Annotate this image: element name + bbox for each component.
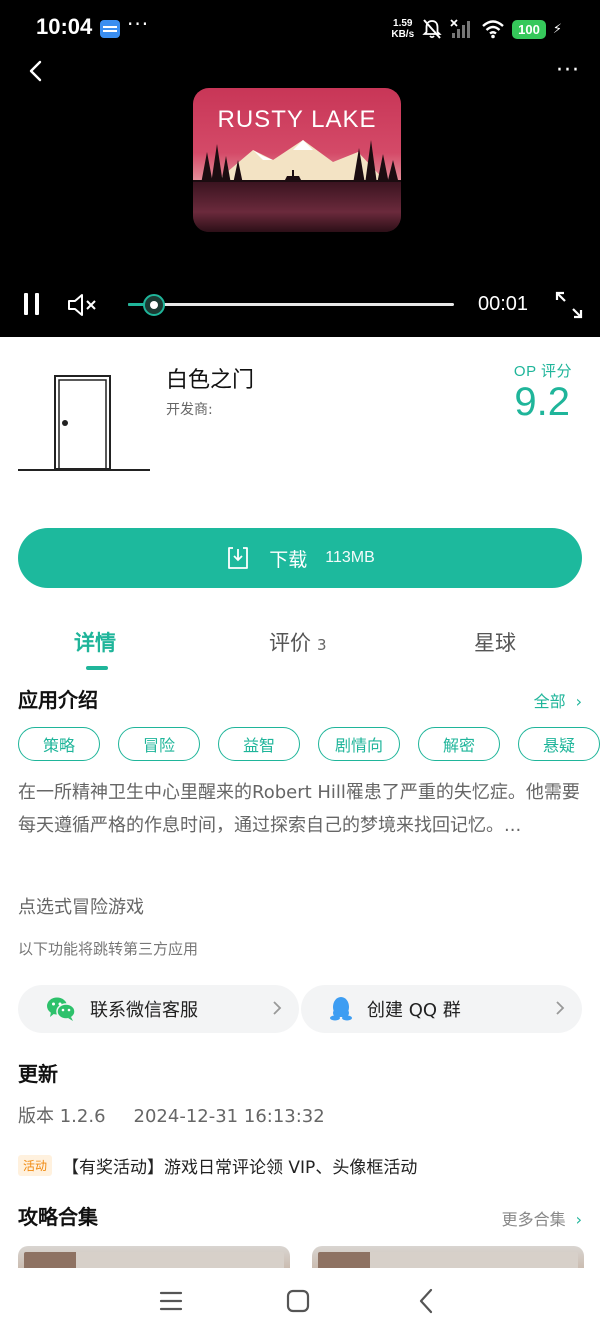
- update-date: 2024-12-31 16:13:32: [133, 1106, 325, 1127]
- download-button[interactable]: 下载 113MB: [18, 528, 582, 588]
- app-title: 白色之门: [166, 368, 255, 393]
- pause-icon[interactable]: [22, 293, 42, 315]
- download-label: 下载: [269, 548, 308, 571]
- home-icon[interactable]: [283, 1286, 313, 1316]
- download-icon: [228, 547, 249, 569]
- notification-app-icon: [100, 20, 120, 38]
- more-dots-icon[interactable]: ···: [556, 58, 580, 83]
- chevron-right-icon: [273, 1001, 282, 1015]
- tab-review[interactable]: 评价 3: [269, 627, 327, 657]
- tag-list: 策略 冒险 益智 剧情向 解密 悬疑: [18, 727, 600, 761]
- wifi-icon: [482, 20, 504, 39]
- rating-score: 9.2: [514, 380, 570, 424]
- activity-badge: 活动: [18, 1155, 53, 1176]
- status-bar: 10:04 ··· 1.59 KB/s 100 ⚡: [0, 0, 600, 58]
- genre-text: 点选式冒险游戏: [18, 897, 144, 918]
- menu-icon[interactable]: [156, 1286, 186, 1316]
- progress-thumb[interactable]: [143, 294, 166, 316]
- download-size: 113MB: [325, 549, 375, 566]
- tag-decrypt[interactable]: 解密: [418, 727, 500, 761]
- chevron-right-icon: ›: [575, 1210, 582, 1229]
- qq-group-label: 创建 QQ 群: [367, 1000, 461, 1021]
- intro-title: 应用介绍: [18, 688, 98, 712]
- charging-icon: ⚡: [552, 21, 562, 37]
- back-arrow-icon[interactable]: [412, 1286, 442, 1316]
- qq-icon: [330, 997, 352, 1021]
- status-more-icon: ···: [127, 12, 150, 36]
- video-controls: 00:01: [0, 282, 600, 328]
- tag-puzzle[interactable]: 益智: [218, 727, 300, 761]
- rating-label: OP 评分: [513, 363, 572, 380]
- system-nav-bar: [0, 1268, 600, 1333]
- activity-text: 【有奖活动】游戏日常评论领 VIP、头像框活动: [62, 1158, 418, 1178]
- progress-track[interactable]: [128, 303, 454, 306]
- version-number: 版本 1.2.6: [18, 1106, 106, 1127]
- qq-group-button[interactable]: 创建 QQ 群: [301, 985, 582, 1033]
- tag-suspense[interactable]: 悬疑: [518, 727, 600, 761]
- tab-planet[interactable]: 星球: [474, 627, 516, 657]
- tag-adventure[interactable]: 冒险: [118, 727, 200, 761]
- network-speed-value: 1.59: [393, 18, 413, 29]
- bell-muted-icon: [422, 19, 442, 39]
- update-title: 更新: [18, 1062, 58, 1086]
- third-party-note: 以下功能将跳转第三方应用: [18, 940, 199, 958]
- tab-detail[interactable]: 详情: [74, 627, 116, 657]
- signal-icon: [450, 19, 471, 38]
- tab-review-label: 评价: [269, 631, 311, 655]
- status-indicators: 1.59 KB/s 100 ⚡: [391, 16, 562, 42]
- wechat-icon: [47, 997, 76, 1021]
- cover-water: [193, 182, 401, 232]
- cover-mountains: [193, 140, 401, 184]
- video-cover-art: RUSTY LAKE: [193, 88, 401, 232]
- video-player[interactable]: 10:04 ··· 1.59 KB/s 100 ⚡ ··· RUSTY LAKE…: [0, 0, 600, 337]
- version-info: 版本 1.2.6 2024-12-31 16:13:32: [18, 1102, 325, 1128]
- wechat-support-label: 联系微信客服: [90, 1000, 198, 1021]
- activity-banner[interactable]: 活动 【有奖活动】游戏日常评论领 VIP、头像框活动: [18, 1153, 417, 1178]
- chevron-right-icon: ›: [575, 692, 582, 711]
- developer-label: 开发商:: [166, 402, 213, 418]
- elapsed-time: 00:01: [478, 293, 529, 315]
- wechat-support-button[interactable]: 联系微信客服: [18, 985, 299, 1033]
- mute-icon[interactable]: [66, 292, 98, 318]
- more-guides-label: 更多合集: [501, 1210, 566, 1229]
- tag-story[interactable]: 剧情向: [318, 727, 400, 761]
- guides-title: 攻略合集: [18, 1205, 98, 1229]
- chevron-right-icon: [556, 1001, 565, 1015]
- status-time: 10:04: [36, 14, 93, 39]
- more-guides-link[interactable]: 更多合集 ›: [502, 1206, 582, 1230]
- app-icon-door: [18, 375, 150, 471]
- tab-review-count: 3: [317, 636, 327, 654]
- tag-strategy[interactable]: 策略: [18, 727, 100, 761]
- app-description[interactable]: 在一所精神卫生中心里醒来的Robert Hill罹患了严重的失忆症。他需要每天遵…: [18, 776, 588, 842]
- back-arrow-icon[interactable]: [26, 58, 48, 84]
- fullscreen-icon[interactable]: [554, 290, 584, 320]
- network-speed: 1.59 KB/s: [391, 18, 414, 40]
- see-all-link[interactable]: 全部 ›: [534, 688, 582, 712]
- network-speed-unit: KB/s: [391, 29, 415, 40]
- battery-indicator: 100: [512, 19, 546, 39]
- tab-indicator: [86, 666, 108, 670]
- see-all-label: 全部: [533, 692, 566, 711]
